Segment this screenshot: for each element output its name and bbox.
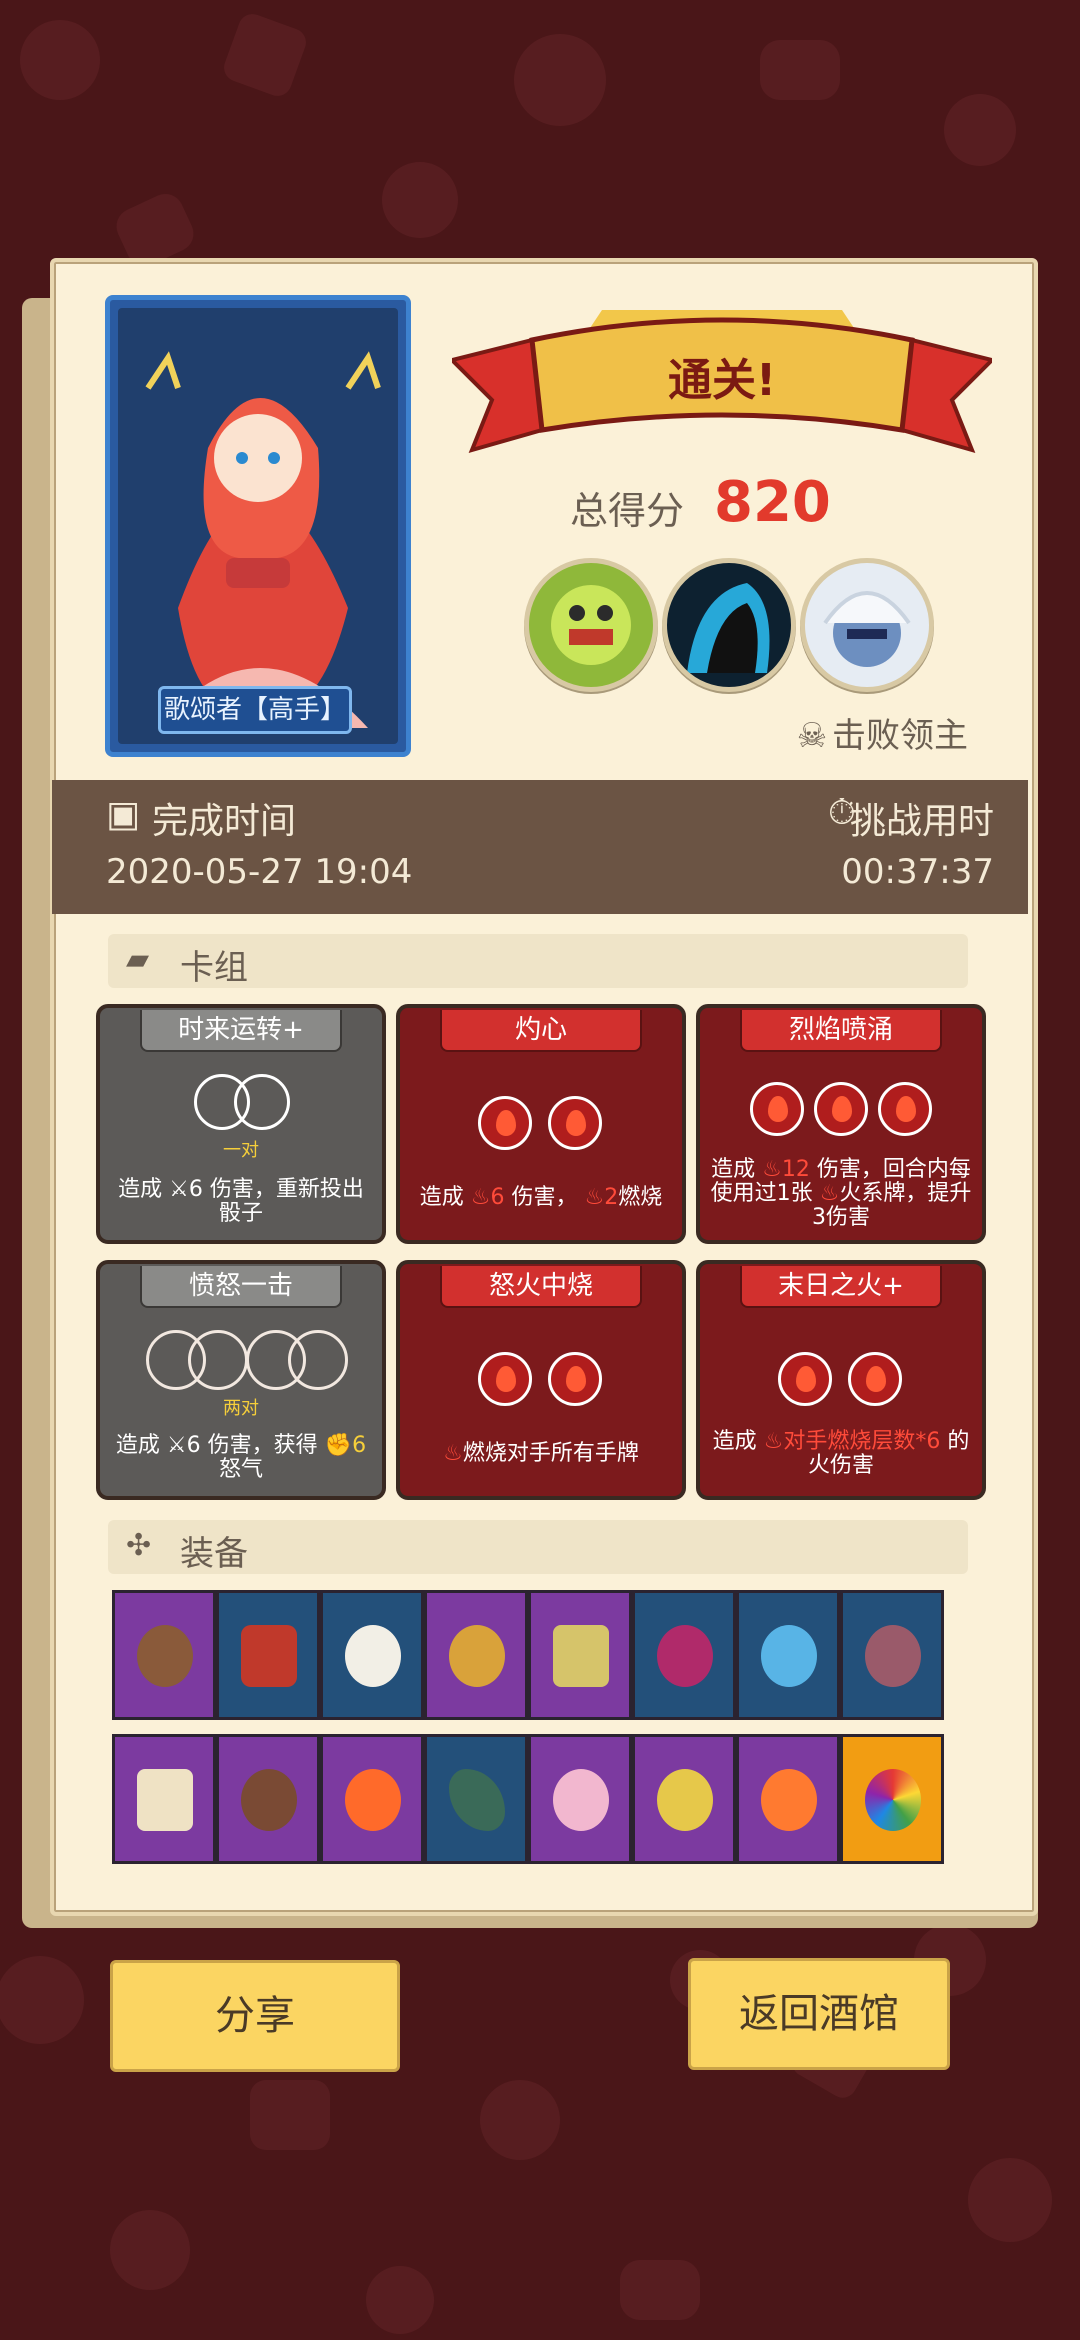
card-desc: 造成 ♨对手燃烧层数*6 的火伤害 — [712, 1429, 970, 1478]
card-title: 愤怒一击 — [140, 1266, 342, 1308]
skull-rocket-icon[interactable] — [320, 1590, 424, 1720]
gem-amulet-icon[interactable] — [632, 1590, 736, 1720]
victory-banner: 通关! — [448, 300, 996, 470]
hero-portrait: 歌颂者【高手】 — [105, 295, 411, 757]
rainbow-orb-icon[interactable] — [840, 1734, 944, 1864]
blood-ring-icon[interactable] — [424, 1590, 528, 1720]
heart-stone-icon[interactable] — [632, 1734, 736, 1864]
fire-dice-slot — [778, 1352, 832, 1406]
score-label: 总得分 — [570, 489, 685, 533]
fire-dice-slot — [814, 1082, 868, 1136]
sword-icon: ⚔ — [166, 1433, 187, 1458]
card-5[interactable]: 怒火中烧 ♨燃烧对手所有手牌 — [396, 1260, 686, 1500]
boss-plant-icon — [524, 558, 658, 692]
fire-icon[interactable] — [320, 1734, 424, 1864]
fire-dice-slot — [478, 1352, 532, 1406]
dice-slot — [188, 1330, 248, 1390]
red-shield-icon[interactable] — [216, 1590, 320, 1720]
fire-dice-slot — [848, 1352, 902, 1406]
deck-title: 卡组 — [180, 948, 248, 988]
card-desc: ♨燃烧对手所有手牌 — [443, 1441, 639, 1466]
fire-rune-icon[interactable] — [112, 1590, 216, 1720]
skull-icon: ☠ — [796, 716, 828, 756]
deck-header: ▰ 卡组 — [108, 934, 968, 988]
equipment-icon: ✣ — [126, 1528, 152, 1563]
calendar-icon: ▣ — [106, 794, 141, 835]
boss-shadow-icon — [662, 558, 796, 692]
card-1[interactable]: 时来运转+ 一对 造成 ⚔6 伤害，重新投出骰子 — [96, 1004, 386, 1244]
fire-dice-slot — [548, 1352, 602, 1406]
skull-book-icon[interactable] — [528, 1590, 632, 1720]
sword-icon: ⚔ — [169, 1177, 189, 1202]
card-title: 怒火中烧 — [440, 1266, 642, 1308]
campfire-icon[interactable] — [736, 1734, 840, 1864]
burning-stone-icon[interactable] — [216, 1734, 320, 1864]
card-3[interactable]: 烈焰喷涌 造成 ♨12 伤害，回合内每使用过1张 ♨火系牌，提升3伤害 — [696, 1004, 986, 1244]
duration-value: 00:37:37 — [841, 852, 994, 892]
dice-slot — [234, 1074, 290, 1130]
skull-scroll-icon[interactable] — [112, 1734, 216, 1864]
ice-crown-icon[interactable] — [736, 1590, 840, 1720]
card-desc: 造成 ⚔6 伤害，重新投出骰子 — [118, 1177, 364, 1226]
card-title: 灼心 — [440, 1010, 642, 1052]
fire-icon: ♨ — [819, 1181, 840, 1206]
fire-dice-slot — [478, 1096, 532, 1150]
burn-icon: ♨ — [584, 1185, 605, 1210]
hero-name: 歌颂者【高手】 — [158, 686, 352, 734]
card-6[interactable]: 末日之火+ 造成 ♨对手燃烧层数*6 的火伤害 — [696, 1260, 986, 1500]
card-4[interactable]: 愤怒一击 两对 造成 ⚔6 伤害，获得 ✊6 怒气 — [96, 1260, 386, 1500]
card-desc: 造成 ♨12 伤害，回合内每使用过1张 ♨火系牌，提升3伤害 — [710, 1157, 972, 1230]
burn-icon: ♨ — [443, 1441, 463, 1466]
card-desc: 造成 ♨6 伤害， ♨2燃烧 — [419, 1185, 663, 1210]
dagger-icon[interactable] — [424, 1734, 528, 1864]
finish-time-value: 2020-05-27 19:04 — [106, 852, 413, 892]
equipment-row-2 — [112, 1734, 966, 1866]
boss-yeti-icon — [800, 558, 934, 692]
crystal-dice-icon[interactable] — [528, 1734, 632, 1864]
duration-label: 挑战用时 — [849, 801, 994, 842]
fire-dice-slot — [548, 1096, 602, 1150]
card-title: 末日之火+ — [740, 1266, 942, 1308]
burn-icon: ♨ — [763, 1429, 784, 1454]
fire-dice-slot — [878, 1082, 932, 1136]
fire-dice-slot — [750, 1082, 804, 1136]
card-2[interactable]: 灼心 造成 ♨6 伤害， ♨2燃烧 — [396, 1004, 686, 1244]
card-title: 烈焰喷涌 — [740, 1010, 942, 1052]
defeat-label-text: 击败领主 — [832, 716, 968, 756]
score-value: 820 — [714, 470, 831, 535]
share-button[interactable]: 分享 — [110, 1960, 400, 2072]
equipment-title: 装备 — [180, 1534, 248, 1574]
fist-icon: ✊ — [324, 1433, 353, 1458]
card-title: 时来运转+ — [140, 1010, 342, 1052]
card-condition: 两对 — [223, 1398, 259, 1419]
card-desc: 造成 ⚔6 伤害，获得 ✊6 怒气 — [115, 1433, 367, 1482]
banner-title: 通关! — [667, 355, 777, 406]
dice-slot — [288, 1330, 348, 1390]
equipment-header: ✣ 装备 — [108, 1520, 968, 1574]
spiral-shield-icon[interactable] — [840, 1590, 944, 1720]
time-bar: ▣ 完成时间 2020-05-27 19:04 ⏱ 挑战用时 00:37:37 — [52, 780, 1028, 914]
equipment-row-1 — [112, 1590, 966, 1722]
finish-time-label: 完成时间 — [152, 801, 297, 842]
back-to-tavern-button[interactable]: 返回酒馆 — [688, 1958, 950, 2070]
card-condition: 一对 — [223, 1140, 259, 1161]
defeat-boss-label: ☠ 击败领主 — [792, 708, 968, 757]
hero-art — [145, 351, 381, 728]
fire-icon: ♨ — [470, 1185, 491, 1210]
cards-icon: ▰ — [126, 942, 150, 977]
